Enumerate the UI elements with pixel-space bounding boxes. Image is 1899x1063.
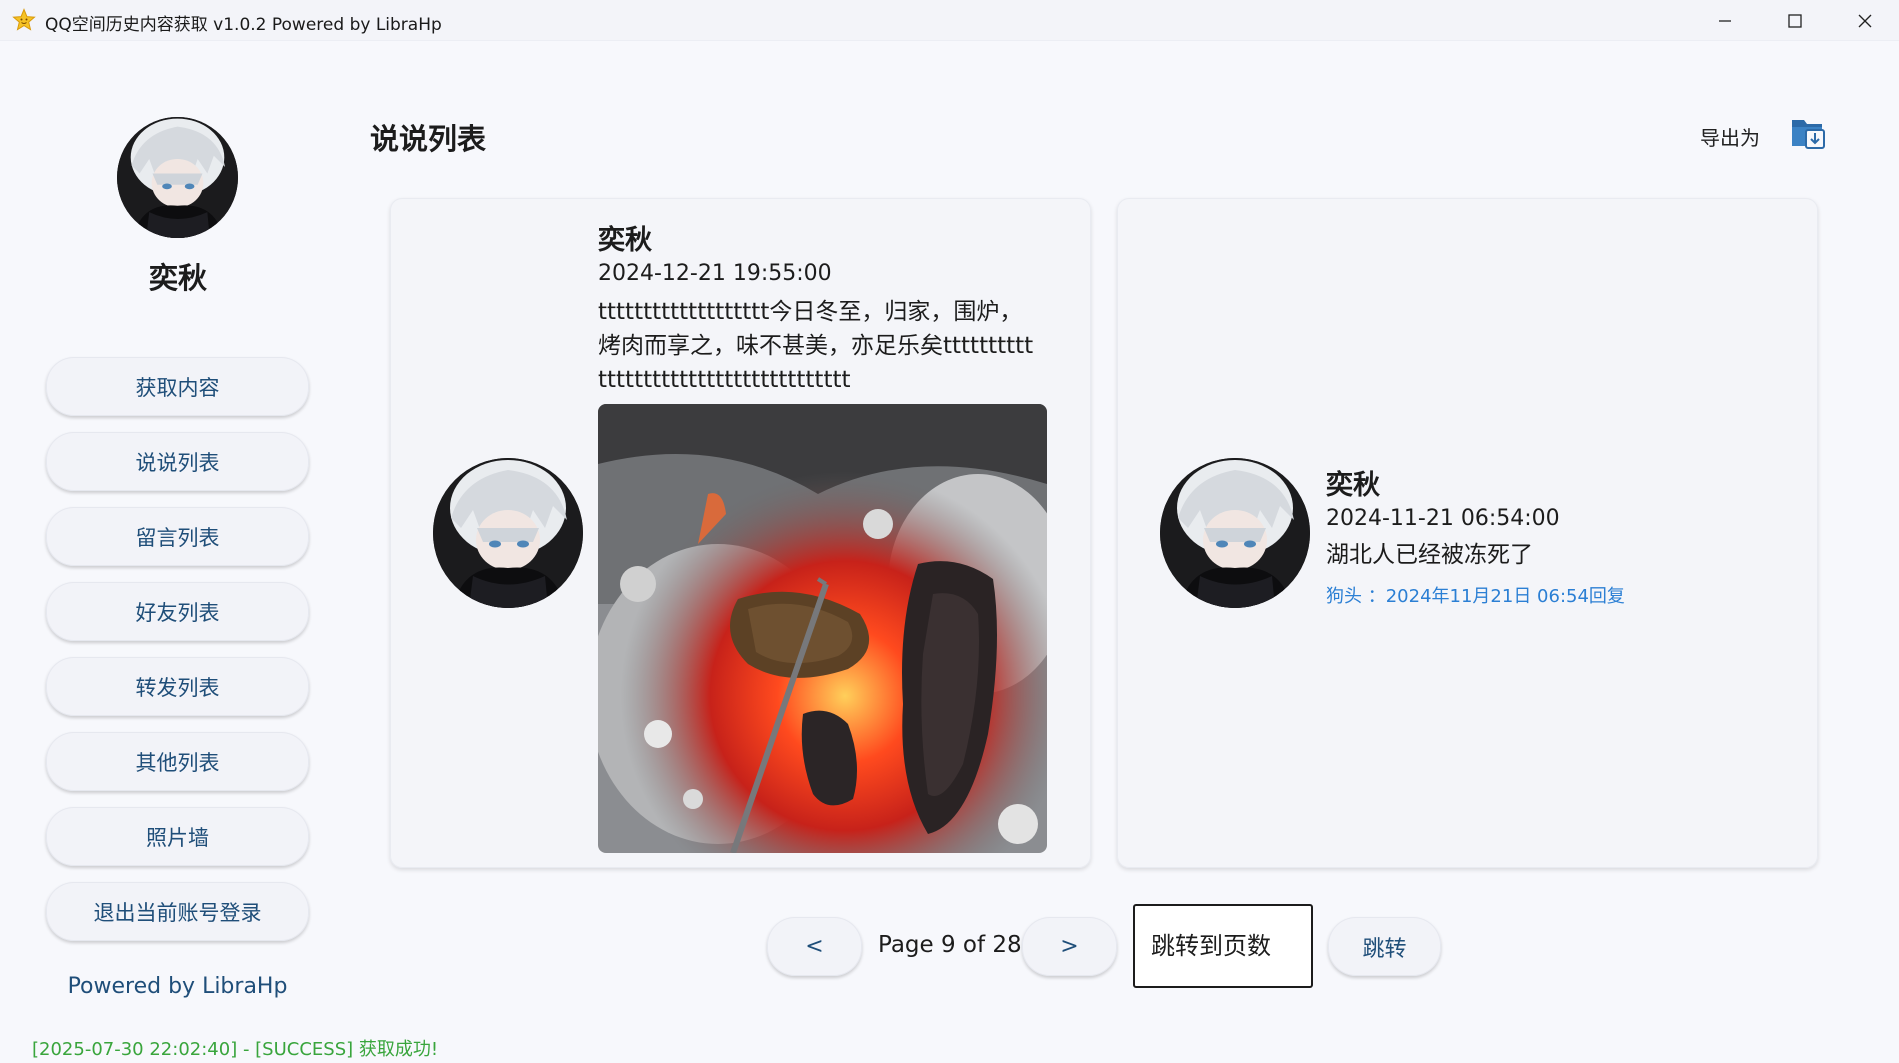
- powered-by-text: Powered by LibraHp: [67, 974, 288, 999]
- post-author: 奕秋: [1326, 470, 1380, 501]
- export-icon[interactable]: [1790, 116, 1828, 150]
- post-avatar: [433, 458, 583, 608]
- sidebar-item-friends[interactable]: 好友列表: [46, 582, 309, 641]
- photo-image: [598, 404, 1047, 853]
- sidebar-item-messages[interactable]: 留言列表: [46, 507, 309, 566]
- post-card: 奕秋 2024-11-21 06:54:00 湖北人已经被冻死了 狗头 ：202…: [1117, 198, 1818, 868]
- post-text: 湖北人已经被冻死了: [1326, 542, 1533, 568]
- post-photo[interactable]: [598, 404, 1047, 853]
- avatar-image: [117, 117, 238, 238]
- page-title: 说说列表: [370, 122, 487, 156]
- prev-page-button[interactable]: <: [767, 917, 862, 976]
- close-button[interactable]: [1830, 0, 1899, 41]
- post-card: 奕秋 2024-12-21 19:55:00 ttttttttttttttttt…: [390, 198, 1091, 868]
- sidebar-item-posts[interactable]: 说说列表: [46, 432, 309, 491]
- user-avatar: [117, 117, 238, 238]
- post-text: ttttttttttttttttttt今日冬至，归家，围炉，烤肉而享之，味不甚美…: [598, 299, 1034, 393]
- post-time: 2024-11-21 06:54:00: [1326, 506, 1560, 531]
- maximize-icon: [1788, 13, 1802, 28]
- sidebar-item-forwards[interactable]: 转发列表: [46, 657, 309, 716]
- avatar-image: [433, 458, 583, 608]
- post-avatar: [1160, 458, 1310, 608]
- maximize-button[interactable]: [1760, 0, 1830, 41]
- avatar-image: [1160, 458, 1310, 608]
- page-indicator: Page 9 of 28: [878, 932, 1022, 958]
- star-icon: [12, 8, 36, 31]
- close-icon: [1858, 14, 1872, 27]
- jump-button[interactable]: 跳转: [1328, 917, 1441, 976]
- sidebar-item-fetch-content[interactable]: 获取内容: [46, 357, 309, 416]
- title-bar: QQ空间历史内容获取 v1.0.2 Powered by LibraHp: [0, 0, 1899, 41]
- post-author: 奕秋: [598, 225, 652, 256]
- export-label: 导出为: [1700, 126, 1760, 150]
- window-title: QQ空间历史内容获取 v1.0.2 Powered by LibraHp: [45, 15, 442, 35]
- post-comment: 狗头 ：2024年11月21日 06:54回复: [1326, 586, 1625, 607]
- sidebar-item-others[interactable]: 其他列表: [46, 732, 309, 791]
- user-name: 奕秋: [148, 261, 207, 295]
- sidebar-item-photo-wall[interactable]: 照片墙: [46, 807, 309, 866]
- minimize-button[interactable]: [1690, 0, 1760, 41]
- next-page-button[interactable]: >: [1022, 917, 1117, 976]
- jump-page-input[interactable]: [1133, 904, 1313, 988]
- status-log: [2025-07-30 22:02:40] - [SUCCESS] 获取成功!: [32, 1039, 439, 1060]
- minimize-icon: [1719, 19, 1731, 22]
- sidebar-item-logout[interactable]: 退出当前账号登录: [46, 882, 309, 941]
- post-time: 2024-12-21 19:55:00: [598, 261, 832, 286]
